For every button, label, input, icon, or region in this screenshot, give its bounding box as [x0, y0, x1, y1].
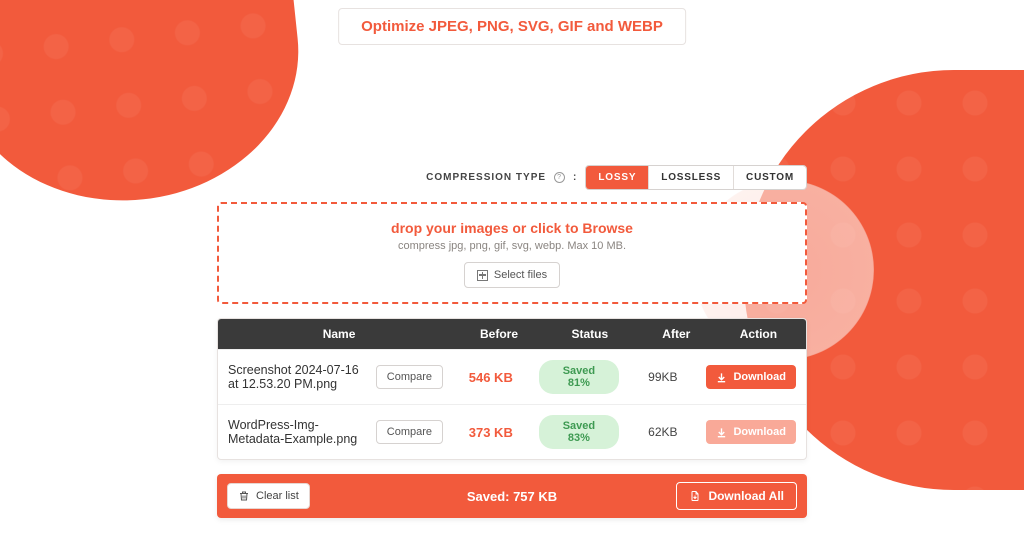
download-all-label: Download All [708, 489, 784, 503]
download-file-icon [689, 490, 701, 502]
download-all-button[interactable]: Download All [676, 482, 797, 510]
after-size: 99KB [648, 370, 677, 384]
file-name: Screenshot 2024-07-16 at 12.53.20 PM.png [228, 363, 368, 391]
compression-option-lossless[interactable]: LOSSLESS [648, 166, 733, 189]
clear-list-button[interactable]: Clear list [227, 483, 310, 509]
download-button[interactable]: Download [706, 365, 796, 389]
colon-separator: : [573, 172, 577, 183]
col-header-before: Before [460, 319, 538, 349]
file-name: WordPress-Img-Metadata-Example.png [228, 418, 368, 446]
compression-type-label: COMPRESSION TYPE [426, 172, 546, 183]
compression-segmented-control: LOSSY LOSSLESS CUSTOM [585, 165, 807, 190]
compression-type-row: COMPRESSION TYPE ? : LOSSY LOSSLESS CUST… [217, 165, 807, 190]
select-files-label: Select files [494, 269, 547, 281]
compare-button[interactable]: Compare [376, 365, 443, 389]
dropzone-subtext: compress jpg, png, gif, svg, webp. Max 1… [229, 240, 795, 252]
col-header-status: Status [538, 319, 642, 349]
compression-option-lossy[interactable]: LOSSY [586, 166, 648, 189]
select-files-button[interactable]: Select files [464, 262, 560, 288]
compare-button[interactable]: Compare [376, 420, 443, 444]
dropzone-headline: drop your images or click to Browse [229, 220, 795, 236]
dropzone[interactable]: drop your images or click to Browse comp… [217, 202, 807, 304]
help-icon[interactable]: ? [554, 172, 565, 183]
main-panel: COMPRESSION TYPE ? : LOSSY LOSSLESS CUST… [217, 165, 807, 518]
clear-list-label: Clear list [256, 490, 299, 502]
before-size: 373 KB [469, 425, 513, 440]
total-saved-text: Saved: 757 KB [467, 489, 557, 504]
download-label: Download [733, 426, 786, 438]
add-file-icon [477, 270, 488, 281]
status-badge: Saved 81% [539, 360, 620, 394]
col-header-after: After [642, 319, 711, 349]
table-row: Screenshot 2024-07-16 at 12.53.20 PM.png… [218, 349, 806, 404]
trash-icon [238, 490, 250, 502]
table-header-row: Name Before Status After Action [218, 319, 806, 349]
results-table: Name Before Status After Action Screensh… [217, 318, 807, 460]
page-tagline: Optimize JPEG, PNG, SVG, GIF and WEBP [338, 8, 686, 45]
footer-bar: Clear list Saved: 757 KB Download All [217, 474, 807, 518]
compression-option-custom[interactable]: CUSTOM [733, 166, 806, 189]
table-row: WordPress-Img-Metadata-Example.png Compa… [218, 404, 806, 459]
download-icon [716, 427, 727, 438]
download-label: Download [733, 371, 786, 383]
before-size: 546 KB [469, 370, 513, 385]
download-icon [716, 372, 727, 383]
status-badge: Saved 83% [539, 415, 620, 449]
after-size: 62KB [648, 425, 677, 439]
col-header-name: Name [218, 319, 460, 349]
download-button[interactable]: Download [706, 420, 796, 444]
col-header-action: Action [711, 319, 806, 349]
